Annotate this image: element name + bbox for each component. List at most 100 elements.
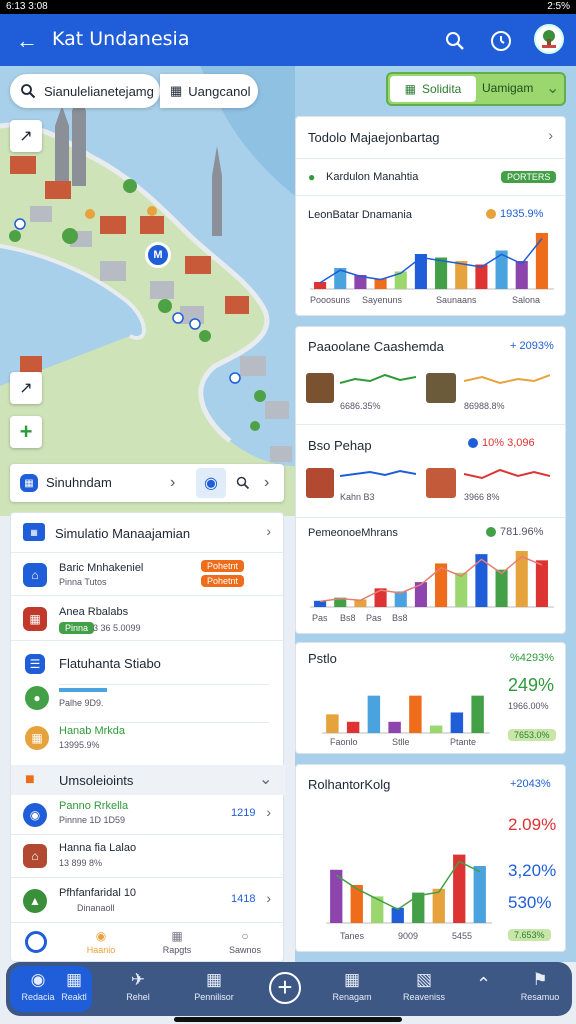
add-button[interactable]: + (269, 972, 301, 1004)
card6-badge: 7.653% (508, 929, 551, 941)
legend-label: Pooosuns (310, 295, 351, 305)
bar (535, 233, 548, 289)
card2-section[interactable]: Paaoolane Caashemda + 2093% 6686.35% 869… (296, 327, 565, 425)
chevron-down-icon[interactable]: ⌄ (546, 78, 559, 98)
map-search-input[interactable]: Sianulelianetejamg (44, 84, 154, 99)
nav-item-reaveniss[interactable]: ▧ Reaveniss (394, 968, 454, 1002)
chevron-right-icon[interactable]: › (266, 804, 271, 820)
plus-icon: + (277, 972, 293, 1002)
card2-sub2: 86988.8% (464, 401, 505, 411)
trend-line (319, 555, 543, 603)
list-item-sub: 13 899 8% (59, 858, 103, 868)
card1-header[interactable]: Todolo Majaejonbartag › (296, 117, 565, 159)
nav-item-reaktl[interactable]: ▦ Reaktl (44, 968, 104, 1002)
sub-section[interactable]: ☰ Flatuhanta Stiabo ● Palhe 9D9. ▦ Hanab… (11, 642, 285, 762)
filter-icon: ▦ (170, 83, 183, 98)
card3-section[interactable]: Bso Pehap 10% 3,096 Kahn B3 3966 8% (296, 426, 565, 518)
bar (475, 264, 488, 289)
list-icon: ☰ (25, 654, 45, 674)
bar (495, 569, 508, 607)
chart-4 (326, 854, 492, 924)
search-icon[interactable] (442, 28, 468, 54)
status-time: 6:13 3:08 (6, 1, 48, 12)
card1-subrow[interactable]: ● Kardulon Manahtia PORTERS (296, 160, 565, 196)
back-arrow-icon[interactable]: ← (14, 28, 40, 54)
card3-sub1: Kahn B3 (340, 492, 375, 502)
document-icon: ▦ (20, 474, 38, 492)
app-title: Kat Undanesia (52, 28, 190, 50)
plane-icon: ✈ (130, 970, 146, 989)
globe-icon: ◉ (23, 803, 47, 827)
tick-label: Pas (366, 613, 382, 623)
chevron-right-icon[interactable]: › (264, 474, 269, 492)
nav-item-resamuo[interactable]: ⚑ Resamuo (510, 968, 570, 1002)
flag-icon: ⚑ (532, 970, 548, 989)
chevron-right-icon[interactable]: › (170, 474, 175, 492)
list-header[interactable]: ▦ Simulatio Manaajamian › (11, 513, 283, 553)
clock-icon[interactable] (488, 28, 514, 54)
compass-button[interactable]: ↗ (10, 120, 42, 152)
sub-item-sub: 13995.9% (59, 740, 100, 750)
card4-section[interactable]: PemeonoeMhrans 781.96% Pas Bs8 Pas Bs8 (296, 519, 567, 633)
building-icon: ▦ (23, 607, 47, 631)
tab-item[interactable]: ○ Sawnos (225, 927, 265, 955)
tab-left[interactable]: ▦ Solidita (390, 76, 476, 102)
tab-item[interactable]: ◉ Haanio (81, 927, 121, 955)
list-item[interactable]: ◉ Panno Rrkella Pinnne 1D 1D59 1219 › (11, 795, 283, 835)
tab-right[interactable]: Uamigam (482, 81, 533, 95)
map-filter-chip[interactable]: ▦ Uangcanol (160, 74, 258, 108)
zoom-in-button[interactable]: + (10, 416, 42, 448)
map-search-bar[interactable]: Sianulelianetejamg (10, 74, 160, 108)
sparkline (464, 374, 550, 385)
nav-item-renagam[interactable]: ▦ Renagam (322, 968, 382, 1002)
tab-item[interactable]: ▦ Rapgts (157, 927, 197, 955)
locate-button[interactable]: ↗ (10, 372, 42, 404)
map-search-button[interactable] (232, 472, 254, 494)
nav-item-rehel[interactable]: ✈ Rehel (108, 968, 168, 1002)
list-item-title: Pfhfanfaridal 10 (59, 887, 137, 899)
nav-item-pennilisor[interactable]: ▦ Pennilisor (184, 968, 244, 1002)
chevron-up-icon[interactable]: ⌃ (476, 974, 491, 995)
home-icon: ⌂ (23, 563, 47, 587)
dashboard-card-5[interactable]: Pstlo %4293% 249% 1966.00% 7653.0% Faonl… (295, 642, 566, 754)
card1-sub: Kardulon Manahtia (326, 171, 419, 183)
chart3-axis: Faonlo Stlle Ptante (326, 737, 496, 751)
bar (326, 714, 339, 733)
location-marker[interactable]: M (145, 242, 171, 268)
map-view[interactable]: Sianulelianetejamg ▦ Uangcanol ↗ M ↗ + ▦… (0, 66, 295, 516)
card4-value: 781.96% (500, 526, 544, 538)
map-info-panel[interactable]: ▦ Sinuhndam › ◉ › (10, 464, 284, 502)
legend-dot (486, 527, 496, 537)
tree-icon: ▲ (23, 889, 47, 913)
chart-1 (310, 233, 554, 290)
chevron-down-icon[interactable]: ⌄ (259, 769, 272, 789)
home-tab-icon[interactable] (25, 931, 47, 953)
tick-label: Faonlo (330, 737, 358, 747)
dashboard-card-6[interactable]: RolhantorKolg +2043% 2.09% 3,20% 530% 7.… (295, 764, 566, 952)
section-header[interactable]: ■ Umsoleioints ⌄ (11, 765, 285, 795)
bar (394, 591, 407, 607)
list-item[interactable]: ▲ Pfhfanfaridal 10 Dinanaoll 1418 › (11, 879, 283, 923)
legend-label: Salona (512, 295, 541, 305)
status-badge: PORTERS (501, 171, 557, 183)
camera-icon: ▦ (343, 970, 361, 989)
list-item[interactable]: ⌂ Hanna fia Lalao 13 899 8% (11, 836, 283, 878)
bar (535, 560, 548, 607)
avatar[interactable] (534, 24, 564, 54)
card2-value: + 2093% (510, 340, 554, 352)
chevron-right-icon[interactable]: › (266, 890, 271, 906)
calendar-icon: ▦ (205, 970, 223, 989)
card1-chart-value: 1935.9% (500, 208, 544, 220)
chevron-right-icon[interactable]: › (266, 523, 271, 539)
card3-sub2: 3966 8% (464, 492, 500, 502)
list-item[interactable]: ⌂ Baric Mnhakeniel Pinna Tutos Pohetnt P… (11, 554, 283, 596)
sub-section-title: Flatuhanta Stiabo (59, 656, 161, 671)
chart1-legend: Pooosuns Sayenuns Saunaans Salona (306, 295, 556, 309)
tick-label: Tanes (340, 931, 365, 941)
dashboard-card-2: Paaoolane Caashemda + 2093% 6686.35% 869… (295, 326, 566, 634)
chevron-right-icon[interactable]: › (548, 127, 553, 143)
pin-button[interactable]: ◉ (196, 468, 226, 498)
chart2-axis: Pas Bs8 Pas Bs8 (306, 613, 556, 627)
card6-value: +2043% (510, 778, 551, 790)
list-item[interactable]: ▦ Anea Rbalabs Pinna 3 36 5.0099 (11, 597, 283, 641)
